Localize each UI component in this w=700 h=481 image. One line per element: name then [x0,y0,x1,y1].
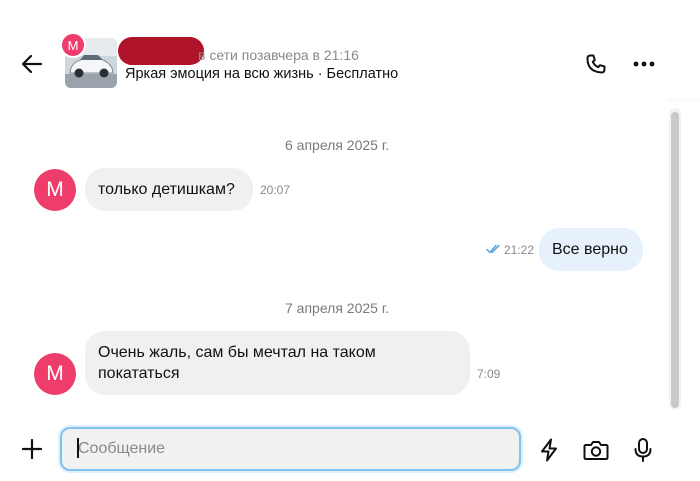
incoming-message[interactable]: только детишкам? [85,168,253,211]
redacted-name [118,37,204,65]
message-time: 20:07 [260,183,291,197]
chat-header: M в сети позавчера в 21:16 Яркая эмоция … [0,0,700,98]
online-status: в сети позавчера в 21:16 [198,47,359,63]
call-button[interactable] [582,50,610,78]
avatar-letter: M [46,178,64,201]
more-options-button[interactable] [630,50,658,78]
message-time: 7:09 [477,367,501,381]
camera-icon [583,441,609,460]
bolt-icon [541,438,557,462]
avatar-letter: M [46,362,64,385]
voice-message-button[interactable] [630,436,656,464]
back-button[interactable] [18,50,46,78]
phone-icon [586,54,606,74]
avatar-letter: M [67,37,79,53]
quick-replies-button[interactable] [536,437,562,463]
microphone-icon [634,438,652,462]
message-input[interactable] [62,429,519,469]
more-dots-icon [633,61,655,67]
back-arrow-icon [21,54,43,74]
sender-avatar[interactable]: M [34,169,76,211]
sender-avatar[interactable]: M [34,353,76,395]
camera-button[interactable] [582,437,610,463]
double-check-icon [486,244,500,254]
attach-button[interactable] [18,435,46,463]
scrollbar-thumb[interactable] [671,112,679,408]
message-input-wrapper[interactable] [60,427,521,471]
incoming-message[interactable]: Очень жаль, сам бы мечтал на таком покат… [85,331,470,395]
seller-avatar-small: M [60,32,86,58]
plus-icon [21,438,43,460]
message-text: Все верно [552,241,628,258]
message-text-line: Очень жаль, сам бы мечтал на таком [98,344,376,361]
outgoing-message[interactable]: Все верно [539,228,643,271]
message-text-line: покататься [98,365,180,382]
date-separator: 7 апреля 2025 г. [285,300,390,316]
listing-title[interactable]: Яркая эмоция на всю жизнь · Бесплатно [125,66,398,82]
date-separator: 6 апреля 2025 г. [285,137,390,153]
text-caret [77,438,79,458]
message-time: 21:22 [504,243,535,257]
message-text: только детишкам? [98,181,235,198]
